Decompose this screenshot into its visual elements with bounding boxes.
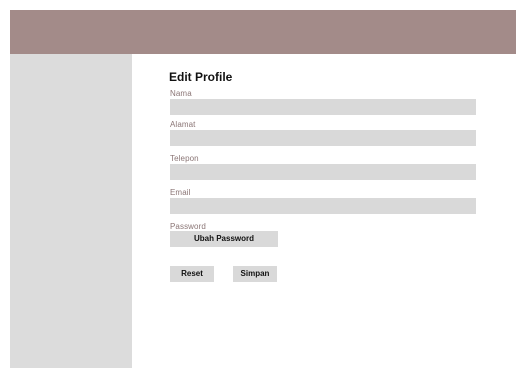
sidebar [10, 54, 132, 368]
email-label: Email [170, 188, 191, 197]
email-field[interactable] [170, 198, 476, 214]
phone-label: Telepon [170, 154, 199, 163]
change-password-button[interactable]: Ubah Password [170, 231, 278, 247]
reset-button[interactable]: Reset [170, 266, 214, 282]
top-header-bar [10, 10, 516, 54]
name-label: Nama [170, 89, 192, 98]
password-label: Password [170, 222, 206, 231]
address-label: Alamat [170, 120, 196, 129]
page-title: Edit Profile [169, 70, 233, 84]
address-field[interactable] [170, 130, 476, 146]
name-field[interactable] [170, 99, 476, 115]
save-button[interactable]: Simpan [233, 266, 277, 282]
main-content: Edit Profile Nama Alamat Telepon Email P… [132, 54, 516, 368]
app-window: Edit Profile Nama Alamat Telepon Email P… [0, 0, 516, 368]
phone-field[interactable] [170, 164, 476, 180]
